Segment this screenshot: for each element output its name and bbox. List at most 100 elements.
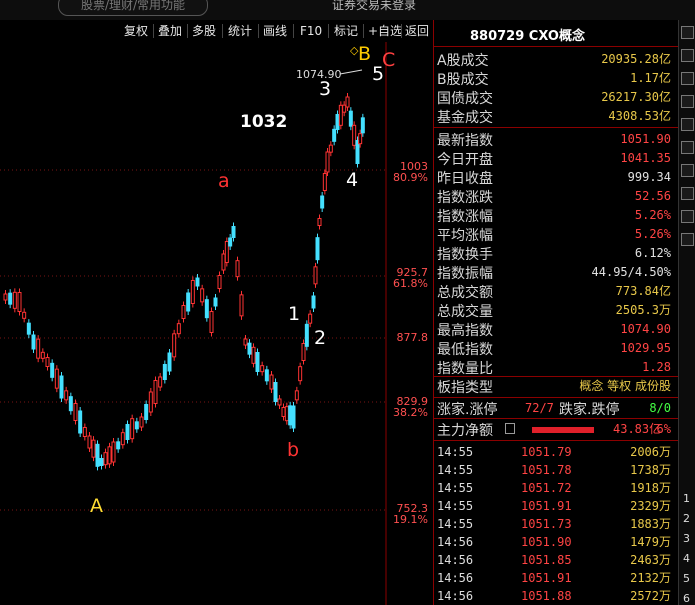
candle [277,395,282,409]
grid-icon[interactable] [681,118,694,131]
candle [320,192,325,212]
candle [40,348,45,363]
candle [284,402,289,425]
quote-row: 总成交量 2505.3万 [437,303,671,320]
menu-icon[interactable] [505,423,515,434]
candle [172,329,177,361]
search-input[interactable]: 股票/理财/常用功能 [58,0,208,16]
candle [54,365,59,393]
move-icon[interactable] [681,210,694,223]
quote-panel: 880729 CXO概念 A股成交 20935.28亿 B股成交 1.17亿 国债成交 2… [433,20,679,605]
candle [130,414,135,443]
wave-label-A: A [90,495,103,517]
candle [213,294,218,310]
candle [50,359,55,382]
candle [239,290,244,320]
candle [12,288,17,313]
quote-row: 基金成交 4308.53亿 [437,109,671,126]
candle [204,295,209,322]
quote-row: 今日开盘 1041.35 [437,151,671,168]
tick-row: 14:56 1051.85 2463万 [437,553,671,567]
sidebar-number[interactable]: 1 [683,492,690,505]
candle [217,271,222,293]
right-toolbar: 1 2 3 4 5 6 [678,20,695,605]
sidebar-number[interactable]: 5 [683,572,690,585]
candle [342,101,347,117]
price-gridlines [0,42,387,605]
chart-icon[interactable] [681,95,694,108]
tick-row: 14:56 1051.91 2132万 [437,571,671,585]
candle [291,402,296,432]
mark-button[interactable]: 标记 [334,23,358,39]
list-icon[interactable] [681,72,694,85]
top-bar: 股票/理财/常用功能 证券交易未登录 [0,0,695,20]
candle [338,101,343,130]
candle [120,428,125,449]
quote-row: 最新指数 1051.90 [437,132,671,149]
tick-row: 14:56 1051.88 2572万 [437,589,671,603]
candle [322,169,327,195]
candle [3,290,8,304]
axis-labels: 1003 80.9% 925.7 61.8% 877.8 829.9 38.2%… [393,160,428,526]
candle [325,148,330,176]
wave-label-3: 3 [319,78,331,100]
wave-label-4: 4 [346,169,358,191]
add-watchlist-button[interactable]: +自选 [368,23,402,39]
sidebar-number[interactable]: 3 [683,532,690,545]
window-icon[interactable] [681,49,694,62]
candle [91,436,96,462]
candle [78,407,83,437]
quote-row: 指数振幅 44.95/4.50% [437,265,671,282]
candle [190,276,195,308]
f10-button[interactable]: F10 [300,23,322,39]
restore-rights-button[interactable]: 复权 [124,23,148,39]
pen-icon[interactable] [681,233,694,246]
candle [231,222,236,242]
candle [31,331,36,353]
candle [352,121,357,150]
top-number-label: 1032 [240,112,287,132]
candle [64,386,69,404]
wave-label-5: 5 [372,63,384,85]
candle [181,301,186,323]
sidebar-number[interactable]: 4 [683,552,690,565]
rsi-icon[interactable] [681,164,694,177]
table-icon[interactable] [681,141,694,154]
candle [313,262,318,288]
candle [45,353,50,371]
quote-row: 最高指数 1074.90 [437,322,671,339]
candle [209,307,214,337]
statistics-button[interactable]: 统计 [228,23,252,39]
tick-row: 14:55 1051.73 1883万 [437,517,671,531]
sidebar-number[interactable]: 2 [683,512,690,525]
candle [281,403,286,421]
login-status[interactable]: 证券交易未登录 [332,0,416,13]
sidebar-number[interactable]: 6 [683,592,690,605]
candle [255,348,260,376]
quote-row: 指数量比 1.28 [437,360,671,377]
multi-stock-button[interactable]: 多股 [192,23,216,39]
updown-row: 涨家.涨停 72/7 跌家.跌停 8/0 [437,401,671,418]
candle [224,237,229,267]
close-icon[interactable] [681,26,694,39]
candle [247,339,252,359]
level-pct-label: 19.1% [393,513,428,526]
level-pct-label: 80.9% [393,171,428,184]
overlay-button[interactable]: 叠加 [158,23,182,39]
candle [251,343,256,368]
candle [348,107,353,131]
candle [264,365,269,385]
candle [82,423,87,441]
quote-row: 国债成交 26217.30亿 [437,90,671,107]
sector-type-row: 板指类型 概念 等权 成份股 [437,379,671,396]
candle [148,388,153,416]
level-pct-label: 38.2% [393,406,428,419]
candlestick-chart[interactable]: 1003 80.9% 925.7 61.8% 877.8 829.9 38.2%… [0,42,433,605]
arrow-icon[interactable] [681,187,694,200]
draw-line-button[interactable]: 画线 [263,23,287,39]
back-button[interactable]: 返回 [405,23,429,39]
quote-row: 指数换手 6.12% [437,246,671,263]
candle [235,256,240,281]
tick-row: 14:55 1051.91 2329万 [437,499,671,513]
candle [139,413,144,431]
